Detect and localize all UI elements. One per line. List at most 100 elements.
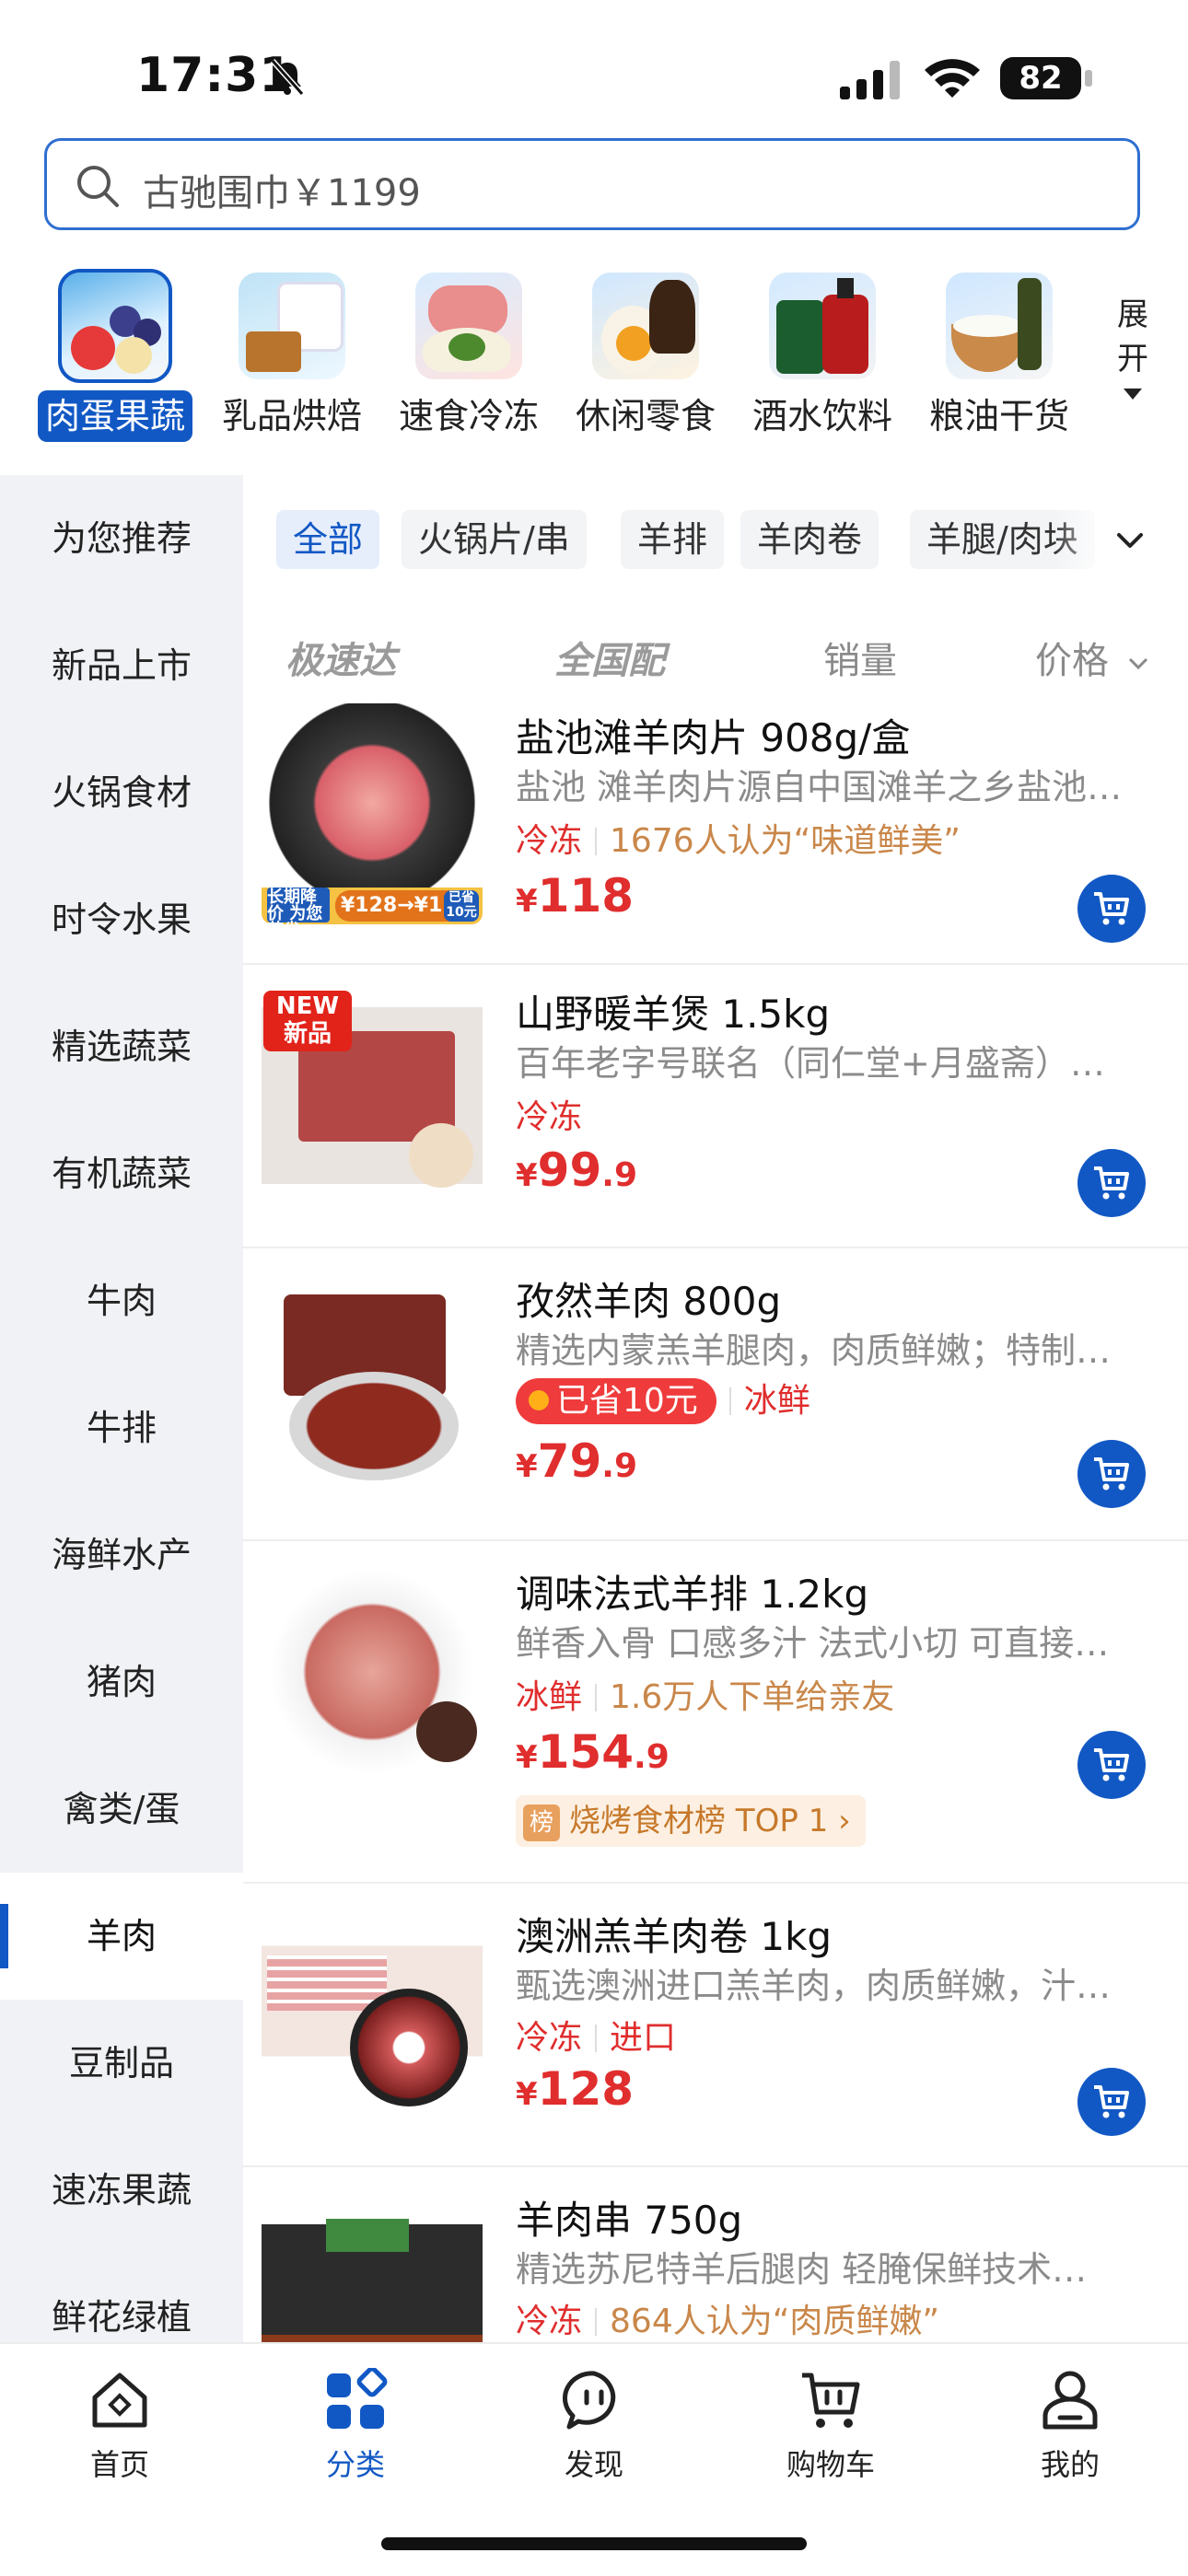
cart-icon	[1094, 1748, 1129, 1781]
cart-icon	[1094, 2085, 1129, 2118]
product-desc: 百年老字号联名（同仁堂+月盛斋）…	[516, 1043, 1105, 1084]
product-price: ¥99.9	[516, 1143, 637, 1197]
product-desc: 盐池 滩羊肉片源自中国滩羊之乡盐池…	[516, 767, 1123, 807]
category-label: 休闲零食	[575, 396, 716, 436]
egg-snack-icon	[592, 273, 699, 379]
tab-discover[interactable]: 发现	[520, 2368, 668, 2484]
search-placeholder: 古驰围巾￥1199	[143, 172, 421, 215]
product-card[interactable]: NEW 新品 山野暖羊煲 1.5kg 百年老字号联名（同仁堂+月盛斋）… 冷冻 ¥…	[243, 963, 1188, 1248]
tab-cart[interactable]: 购物车	[757, 2368, 904, 2484]
tab-profile[interactable]: 我的	[996, 2368, 1144, 2484]
sort-price[interactable]: 价格	[1035, 631, 1150, 684]
product-card[interactable]: 羊肉串 750g 精选苏尼特羊后腿肉 轻腌保鲜技术… 冷冻 864人认为“肉质鲜嫩…	[243, 2165, 1188, 2342]
discover-icon	[563, 2371, 616, 2430]
category-drinks[interactable]: 酒水饮料	[744, 269, 901, 442]
product-card[interactable]: 长期降价 为您节省 ¥128→¥118 已省 10元 盐池滩羊肉片 908g/盒…	[243, 700, 1188, 965]
tag-orders: 1.6万人下单给亲友	[610, 1678, 895, 1716]
add-to-cart-button[interactable]	[1077, 1149, 1146, 1217]
cart-icon	[1094, 892, 1129, 925]
rice-oil-icon	[946, 273, 1053, 379]
category-grain-oil[interactable]: 粮油干货	[921, 269, 1077, 442]
battery-icon: 82	[1000, 57, 1081, 99]
promo-strip: 长期降价 为您节省 ¥128→¥118 已省 10元	[262, 888, 483, 939]
expand-label: 开	[1117, 341, 1148, 377]
sidebar-item-active[interactable]: 羊肉	[0, 1873, 243, 2000]
new-badge: NEW 新品	[263, 991, 352, 1051]
sidebar-item[interactable]: 禽类/蛋	[0, 1746, 243, 1873]
sort-express[interactable]: 极速达	[285, 631, 396, 684]
product-name: 澳洲羔羊肉卷 1kg	[516, 1914, 833, 1959]
fruit-basket-icon	[58, 269, 172, 383]
tab-label: 分类	[325, 2447, 385, 2482]
product-card[interactable]: 孜然羊肉 800g 精选内蒙羔羊腿肉，肉质鲜嫩；特制… 已省10元 冰鲜 ¥79.…	[243, 1247, 1188, 1541]
sidebar-item[interactable]: 海鲜水产	[0, 1491, 243, 1619]
product-tags: 冰鲜 1.6万人下单给亲友	[516, 1670, 894, 1718]
lamb-chop-plate	[416, 1701, 477, 1762]
category-instant-frozen[interactable]: 速食冷冻	[390, 269, 547, 442]
chip-ribs[interactable]: 羊排	[621, 510, 725, 569]
tag-frozen: 冷冻	[516, 2303, 583, 2340]
sidebar-item[interactable]: 牛肉	[0, 1237, 243, 1364]
tag-review: 864人认为“肉质鲜嫩”	[610, 2303, 940, 2340]
tag-frozen: 冷冻	[516, 1098, 583, 1136]
category-label: 肉蛋果蔬	[37, 390, 192, 442]
status-bar: 17:31 82	[0, 0, 1188, 138]
sidebar-item[interactable]: 精选蔬菜	[0, 983, 243, 1110]
product-image	[262, 1915, 483, 2136]
chevron-down-icon[interactable]	[1114, 525, 1146, 556]
product-name: 孜然羊肉 800g	[516, 1279, 782, 1324]
ranking-badge[interactable]: 榜烧烤食材榜 TOP 1 ›	[516, 1795, 866, 1847]
search-icon	[77, 166, 119, 207]
product-tags: 冷冻 1676人认为“味道鲜美”	[516, 814, 961, 862]
product-card[interactable]: 澳洲羔羊肉卷 1kg 甄选澳洲进口羔羊肉，肉质鲜嫩，汁… 冷冻 进口 ¥128	[243, 1882, 1188, 2167]
category-strip: 肉蛋果蔬 乳品烘焙 速食冷冻 休闲零食 酒水饮料 粮油干货	[0, 269, 1188, 453]
sort-price-label: 价格	[1035, 640, 1109, 682]
product-tags: 冷冻 进口	[516, 2011, 676, 2059]
tab-category[interactable]: 分类	[282, 2368, 429, 2484]
wifi-icon	[925, 59, 980, 98]
category-dairy-bakery[interactable]: 乳品烘焙	[214, 269, 370, 442]
sidebar-item[interactable]: 为您推荐	[0, 475, 243, 602]
tag-chilled: 冰鲜	[743, 1382, 810, 1420]
sidebar-item[interactable]: 火锅食材	[0, 729, 243, 856]
tag-review: 1676人认为“味道鲜美”	[610, 822, 961, 860]
tab-home[interactable]: 首页	[46, 2368, 193, 2484]
sidebar-item[interactable]: 牛排	[0, 1364, 243, 1491]
chip-hotpot[interactable]: 火锅片/串	[402, 510, 587, 569]
chip-rolls[interactable]: 羊肉卷	[740, 510, 879, 569]
category-label: 酒水饮料	[751, 396, 892, 436]
ranking-icon: 榜	[523, 1804, 560, 1841]
search-bar[interactable]: 古驰围巾￥1199	[44, 138, 1140, 230]
tag-frozen: 冷冻	[516, 822, 583, 860]
sidebar-item[interactable]: 豆制品	[0, 2000, 243, 2127]
tab-label: 购物车	[786, 2447, 875, 2482]
sort-sales[interactable]: 销量	[823, 631, 897, 684]
promo-left: 长期降价 为您节省	[267, 888, 330, 939]
add-to-cart-button[interactable]	[1077, 1731, 1146, 1799]
product-image	[262, 2202, 483, 2342]
sidebar-item[interactable]: 新品上市	[0, 602, 243, 729]
category-meat-eggs-fruits[interactable]: 肉蛋果蔬	[37, 269, 193, 442]
category-snacks[interactable]: 休闲零食	[567, 269, 724, 442]
chip-all[interactable]: 全部	[276, 510, 380, 569]
sidebar-item[interactable]: 速冻果蔬	[0, 2127, 243, 2254]
ranking-label: 烧烤食材榜 TOP 1 ›	[569, 1803, 851, 1839]
tab-label: 发现	[564, 2447, 623, 2482]
product-tags: 已省10元 冰鲜	[516, 1374, 810, 1424]
add-to-cart-button[interactable]	[1077, 875, 1146, 943]
expand-categories-button[interactable]: 展 开	[1114, 293, 1151, 400]
category-sidebar: 为您推荐 新品上市 火锅食材 时令水果 精选蔬菜 有机蔬菜 牛肉 牛排 海鲜水产…	[0, 475, 243, 2342]
triangle-down-icon	[1124, 389, 1142, 400]
product-tags: 冷冻	[516, 1090, 582, 1138]
sort-national[interactable]: 全国配	[554, 631, 665, 684]
sidebar-item[interactable]: 有机蔬菜	[0, 1110, 243, 1237]
add-to-cart-button[interactable]	[1077, 2068, 1146, 2136]
saved-badge: 已省10元	[516, 1378, 716, 1424]
cart-icon	[1094, 1166, 1129, 1200]
add-to-cart-button[interactable]	[1077, 1440, 1146, 1508]
sidebar-item[interactable]: 时令水果	[0, 856, 243, 983]
sidebar-item[interactable]: 猪肉	[0, 1619, 243, 1746]
product-desc: 精选内蒙羔羊腿肉，肉质鲜嫩；特制…	[516, 1330, 1112, 1371]
product-desc: 鲜香入骨 口感多汁 法式小切 可直接…	[516, 1623, 1110, 1664]
product-card[interactable]: 调味法式羊排 1.2kg 鲜香入骨 口感多汁 法式小切 可直接… 冰鲜 1.6万人…	[243, 1539, 1188, 1884]
